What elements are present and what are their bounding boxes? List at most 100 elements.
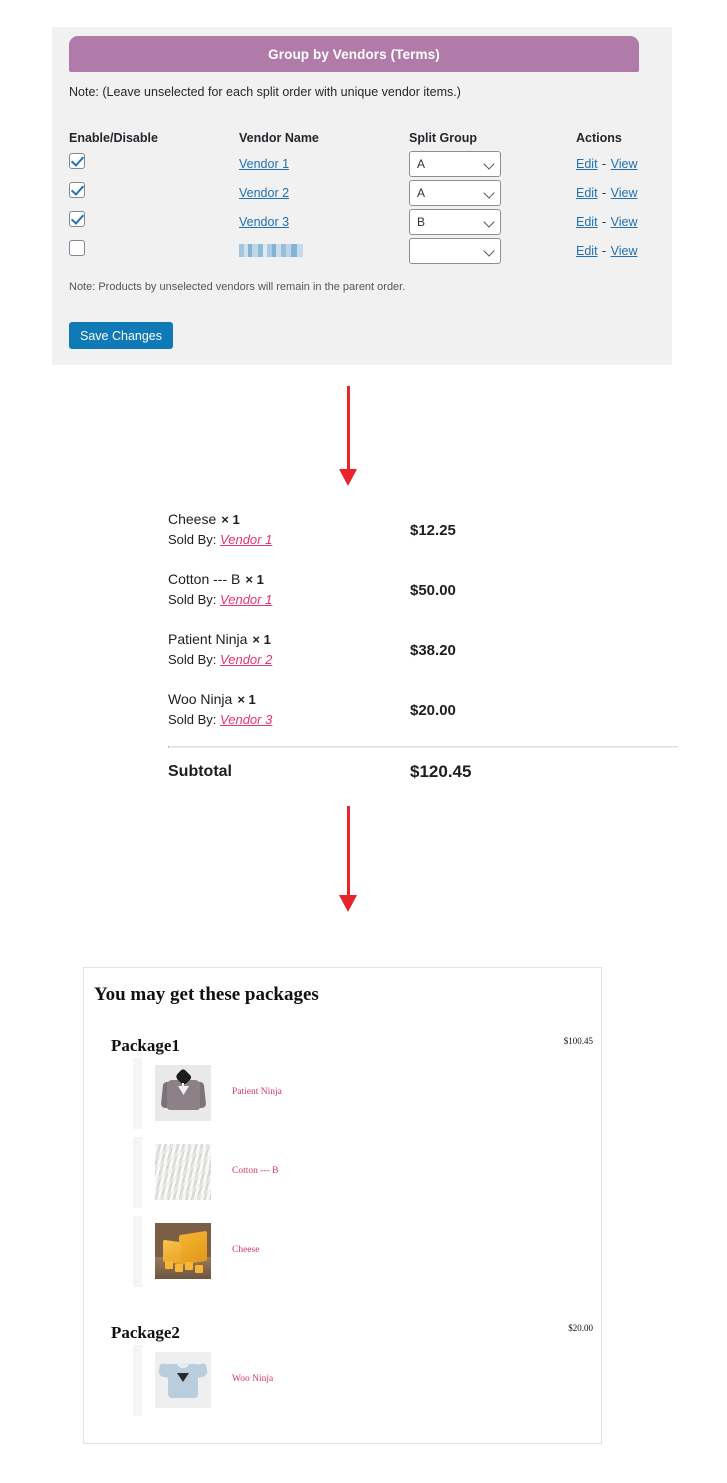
order-item-name-cell: Cotton --- B × 1 Sold By: Vendor 1 [168, 566, 410, 610]
sold-by-label: Sold By: [168, 592, 217, 607]
order-item-title: Cheese × 1 [168, 509, 410, 530]
action-separator: - [602, 243, 607, 258]
sold-by-label: Sold By: [168, 532, 217, 547]
vendor-table: Enable/Disable Vendor Name Split Group A… [69, 127, 655, 265]
split-group-select[interactable]: A [409, 150, 501, 177]
order-item-name: Woo Ninja [168, 691, 233, 707]
package-item: Woo Ninja [133, 1345, 273, 1424]
package-item: Patient Ninja [133, 1058, 282, 1137]
subtotal-label: Subtotal [168, 763, 232, 780]
column-header-enable: Enable/Disable [69, 131, 158, 145]
order-item-row: Cheese × 1 Sold By: Vendor 1 $12.25 [168, 506, 676, 566]
sold-by-label: Sold By: [168, 712, 217, 727]
vendor-name-link[interactable]: Vendor 1 [239, 157, 289, 171]
enable-cell [69, 182, 239, 203]
order-item-sold-by: Sold By: Vendor 3 [168, 710, 410, 730]
order-item-price: $12.25 [410, 522, 456, 539]
order-item-title: Patient Ninja × 1 [168, 629, 410, 650]
package-title: Package2 [111, 1323, 180, 1342]
sold-by-vendor-link[interactable]: Vendor 3 [220, 712, 272, 727]
sold-by-label: Sold By: [168, 652, 217, 667]
order-item-sold-by: Sold By: Vendor 1 [168, 590, 410, 610]
order-item-price-cell: $50.00 [410, 566, 676, 600]
split-group-select[interactable]: A [409, 179, 501, 206]
table-row: Vendor 2 A Edit - View [69, 178, 655, 207]
cotton-fabric-image [155, 1144, 211, 1200]
order-item-row: Woo Ninja × 1 Sold By: Vendor 3 $20.00 [168, 686, 676, 746]
sold-by-vendor-link[interactable]: Vendor 2 [220, 652, 272, 667]
column-header-split-group: Split Group [409, 131, 478, 145]
item-stripe [133, 1058, 142, 1129]
column-header-vendor-name: Vendor Name [239, 131, 319, 145]
order-item-name-cell: Cheese × 1 Sold By: Vendor 1 [168, 506, 410, 550]
actions-cell: Edit - View [576, 184, 655, 202]
arrow-shaft [347, 386, 350, 470]
package-title: Package1 [111, 1036, 180, 1055]
view-link[interactable]: View [611, 186, 638, 200]
split-group-select[interactable]: B [409, 208, 501, 235]
package-block: Package1 $100.45 Patient Ninja Cotton --… [84, 1036, 603, 1299]
redacted-vendor-name[interactable] [239, 243, 303, 257]
packages-panel: You may get these packages Package1 $100… [83, 967, 602, 1444]
view-link[interactable]: View [611, 157, 638, 171]
vendor-enable-checkbox[interactable] [69, 182, 85, 198]
group-by-vendors-panel: Group by Vendors (Terms) Note: (Leave un… [52, 27, 672, 365]
arrow-head [339, 469, 357, 486]
split-group-cell: A [409, 150, 576, 177]
arrow-head [339, 895, 357, 912]
save-changes-button[interactable]: Save Changes [69, 322, 174, 349]
order-item-sold-by: Sold By: Vendor 2 [168, 650, 410, 670]
edit-link[interactable]: Edit [576, 157, 598, 171]
package-item-name[interactable]: Woo Ninja [232, 1374, 273, 1384]
panel-title: Group by Vendors (Terms) [268, 46, 440, 62]
table-row: Vendor 3 B Edit - View [69, 207, 655, 236]
vendor-enable-checkbox[interactable] [69, 153, 85, 169]
order-item-name-cell: Woo Ninja × 1 Sold By: Vendor 3 [168, 686, 410, 730]
panel-note-bottom: Note: Products by unselected vendors wil… [69, 281, 406, 293]
order-item-price-cell: $38.20 [410, 626, 676, 660]
vendor-name-cell: Vendor 2 [239, 184, 409, 202]
package-item: Cheese [133, 1216, 282, 1295]
edit-link[interactable]: Edit [576, 215, 598, 229]
view-link[interactable]: View [611, 244, 638, 258]
table-row: Edit - View [69, 236, 655, 265]
item-stripe [133, 1345, 142, 1416]
subtotal-value: $120.45 [410, 762, 472, 781]
order-items-list: Cheese × 1 Sold By: Vendor 1 $12.25 Cotto… [168, 506, 678, 796]
package-block: Package2 $20.00 Woo Ninja [84, 1323, 603, 1428]
order-item-price: $20.00 [410, 702, 456, 719]
split-group-select[interactable] [409, 237, 501, 264]
sold-by-vendor-link[interactable]: Vendor 1 [220, 592, 272, 607]
package-price: $100.45 [563, 1036, 593, 1046]
order-item-qty: × 1 [221, 512, 240, 527]
vendor-name-link[interactable]: Vendor 3 [239, 215, 289, 229]
actions-cell: Edit - View [576, 213, 655, 231]
order-item-name: Cheese [168, 511, 217, 527]
package-item-name[interactable]: Cotton --- B [232, 1166, 278, 1176]
enable-cell [69, 211, 239, 232]
order-item-row: Cotton --- B × 1 Sold By: Vendor 1 $50.00 [168, 566, 676, 626]
package-price: $20.00 [568, 1323, 593, 1333]
view-link[interactable]: View [611, 215, 638, 229]
order-item-name: Cotton --- B [168, 571, 241, 587]
vendor-enable-checkbox[interactable] [69, 211, 85, 227]
item-stripe [133, 1216, 142, 1287]
vendor-name-cell: Vendor 1 [239, 155, 409, 173]
tshirt-image [155, 1352, 211, 1408]
edit-link[interactable]: Edit [576, 244, 598, 258]
order-item-name-cell: Patient Ninja × 1 Sold By: Vendor 2 [168, 626, 410, 670]
table-row: Vendor 1 A Edit - View [69, 149, 655, 178]
vendor-name-link[interactable]: Vendor 2 [239, 186, 289, 200]
actions-cell: Edit - View [576, 155, 655, 173]
order-item-price: $38.20 [410, 642, 456, 659]
vendor-enable-checkbox[interactable] [69, 240, 85, 256]
edit-link[interactable]: Edit [576, 186, 598, 200]
order-item-price: $50.00 [410, 582, 456, 599]
split-group-cell [409, 237, 576, 264]
package-item-name[interactable]: Patient Ninja [232, 1087, 282, 1097]
order-item-row: Patient Ninja × 1 Sold By: Vendor 2 $38.2… [168, 626, 676, 686]
sold-by-vendor-link[interactable]: Vendor 1 [220, 532, 272, 547]
hoodie-image [155, 1065, 211, 1121]
package-item-name[interactable]: Cheese [232, 1245, 259, 1255]
package-items: Patient Ninja Cotton --- B Cheese [133, 1058, 282, 1295]
